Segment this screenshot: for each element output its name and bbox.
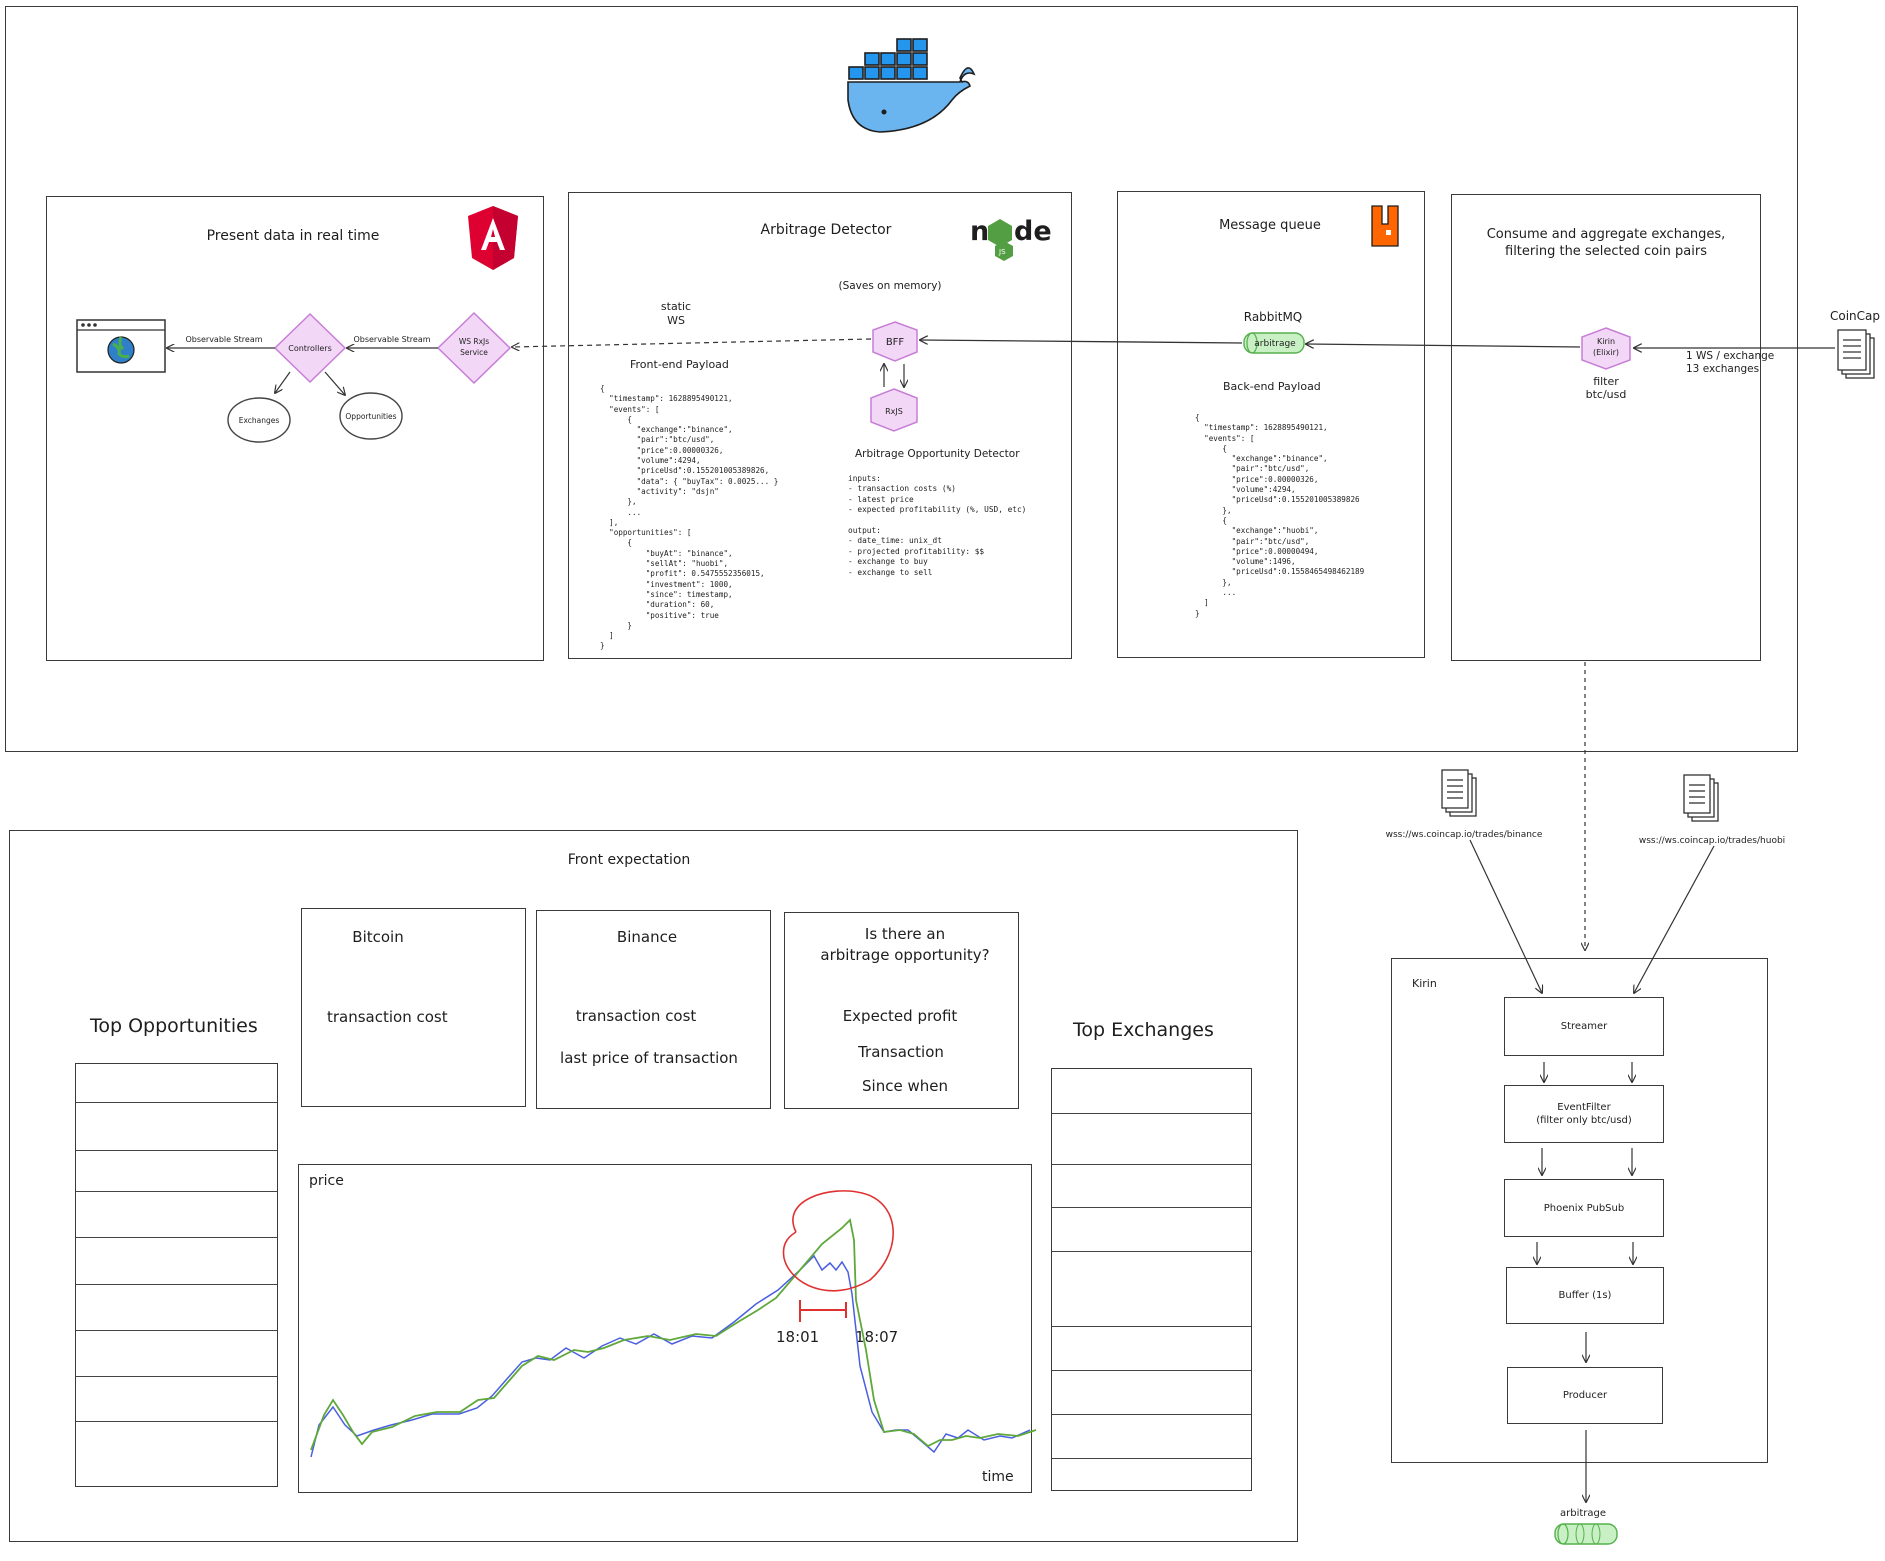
output-arbitrage-queue[interactable]: [1554, 1523, 1618, 1545]
kirin-flow-diagram: [1441, 769, 1719, 1545]
huobi-source-document-icon: [1683, 774, 1719, 822]
binance-source-document-icon: [1441, 769, 1477, 817]
